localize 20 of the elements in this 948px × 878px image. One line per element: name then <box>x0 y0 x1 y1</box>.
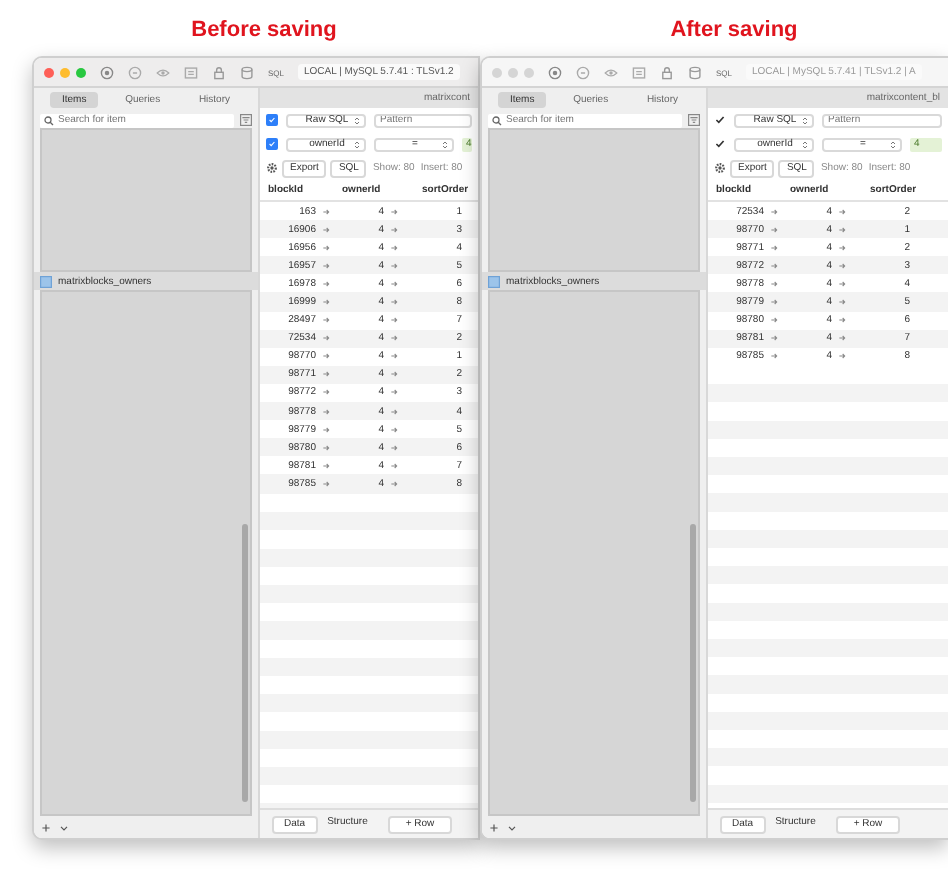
filter-checkbox[interactable] <box>266 138 278 150</box>
gear-icon[interactable] <box>266 162 278 174</box>
filter-checkbox[interactable] <box>266 114 278 126</box>
search-icon <box>44 115 54 125</box>
record-icon[interactable] <box>100 65 114 79</box>
circle-icon[interactable] <box>128 65 142 79</box>
minimize-button[interactable] <box>60 67 70 77</box>
table-icon <box>488 275 500 287</box>
chevron-icon[interactable] <box>58 821 70 833</box>
lock-icon[interactable] <box>212 65 226 79</box>
close-button[interactable] <box>44 67 54 77</box>
add-icon[interactable] <box>40 821 52 833</box>
table-icon <box>40 275 52 287</box>
caption: After saving <box>668 16 800 46</box>
zoom-button[interactable] <box>76 67 86 77</box>
database-icon[interactable] <box>240 65 254 79</box>
caption: Before saving <box>189 16 339 46</box>
filter-icon[interactable] <box>240 114 252 126</box>
eye-icon[interactable] <box>156 65 170 79</box>
search-icon <box>492 115 502 125</box>
